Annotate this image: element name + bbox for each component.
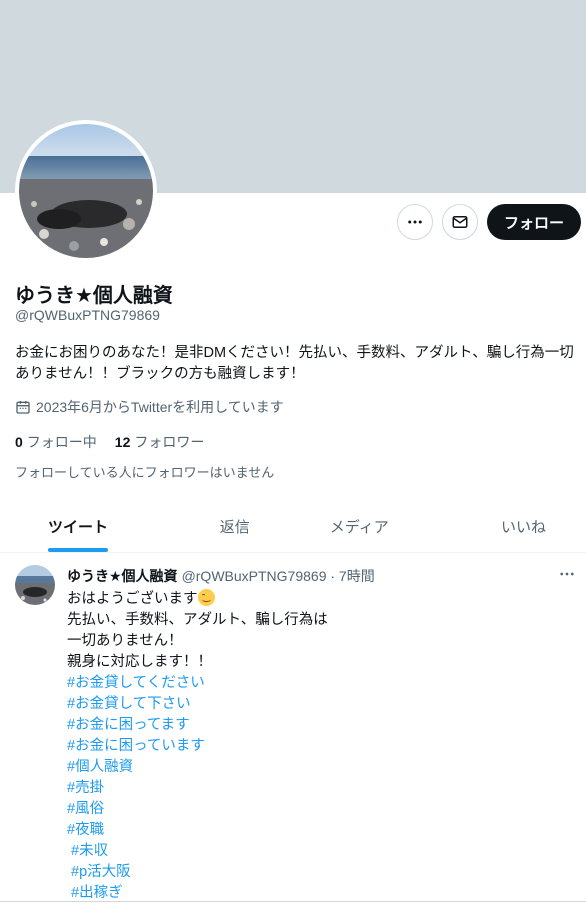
hashtag-link[interactable]: #お金に困ってます [67,715,328,736]
hashtag-link[interactable]: #お金に困っています [67,736,328,757]
envelope-icon [452,216,468,228]
joined-text: 2023年6月からTwitterを利用しています [36,399,284,415]
avatar-image [19,124,153,258]
tweet-author-name[interactable]: ゆうき★個人融資 [67,566,178,586]
tweet-avatar[interactable] [15,565,55,605]
tab-replies[interactable]: 返信 [173,500,298,552]
message-button[interactable] [441,204,478,240]
followers-you-know-note: フォローしている人にフォロワーはいません [15,465,275,480]
tweet-more-button[interactable] [556,563,578,585]
hashtag-link[interactable]: #未収 [67,841,328,862]
tweet-text: おはようございます 先払い、手数料、アダルト、騙し行為は 一切ありません！ 親身… [67,589,328,904]
hashtag-link[interactable]: #お金貸してください [67,673,328,694]
hashtag-link[interactable]: #p活大阪 [67,862,328,883]
more-horizontal-icon [560,572,574,576]
tweet-line: 先払い、手数料、アダルト、騙し行為は [67,612,328,628]
follow-button[interactable]: フォロー [486,204,581,240]
tab-media[interactable]: メディア [297,500,422,552]
hashtag-link[interactable]: #風俗 [67,799,328,820]
tweet-meta[interactable]: @rQWBuxPTNG79869 · 7時間 [182,566,375,586]
hashtag-link[interactable]: #個人融資 [67,757,328,778]
tweet[interactable]: ゆうき★個人融資 @rQWBuxPTNG79869 · 7時間 おはようございま… [0,553,586,904]
tweet-header: ゆうき★個人融資 @rQWBuxPTNG79869 · 7時間 [67,566,375,586]
profile-tabs: ツイート 返信 メディア いいね [0,500,586,553]
hashtag-link[interactable]: #夜職 [67,820,328,841]
tab-label: ツイート [48,518,109,536]
followers-label: フォロワー [134,434,205,450]
tab-label: メディア [329,518,389,536]
profile-name: ゆうき★個人融資 [15,285,173,307]
tweet-line: 親身に対応します！！ [67,654,212,670]
divider [0,901,586,902]
profile-actions: フォロー [396,204,581,240]
followers-count: 12 [114,434,131,450]
hashtag-link[interactable]: #お金貸して下さい [67,694,328,715]
profile-avatar[interactable] [15,120,157,262]
profile-bio: お金にお困りのあなた！是非DMください！先払い、手数料、アダルト、騙し行為一切あ… [15,345,574,382]
profile-handle: @rQWBuxPTNG79869 [15,307,160,323]
more-horizontal-icon [408,220,422,224]
hashtag-link[interactable]: #売掛 [67,778,328,799]
follow-stats: 0 フォロー中 12 フォロワー [15,432,204,452]
active-tab-indicator [48,548,108,552]
tweet-line-text: おはようございます [67,591,198,607]
tweet-line: 一切ありません！ [67,633,183,649]
followers-link[interactable]: 12 フォロワー [115,432,205,452]
following-count: 0 [15,434,23,450]
tweet-line: おはようございます [67,589,328,610]
more-button[interactable] [396,204,433,240]
tab-label: 返信 [219,518,250,536]
following-label: フォロー中 [26,434,97,450]
calendar-icon [16,401,30,414]
smiling-face-emoji-icon [197,589,215,606]
joined-date: 2023年6月からTwitterを利用しています [15,397,284,417]
tab-label: いいね [500,518,546,536]
following-link[interactable]: 0 フォロー中 [15,432,97,452]
tab-tweets[interactable]: ツイート [0,500,173,552]
tab-likes[interactable]: いいね [422,500,586,552]
